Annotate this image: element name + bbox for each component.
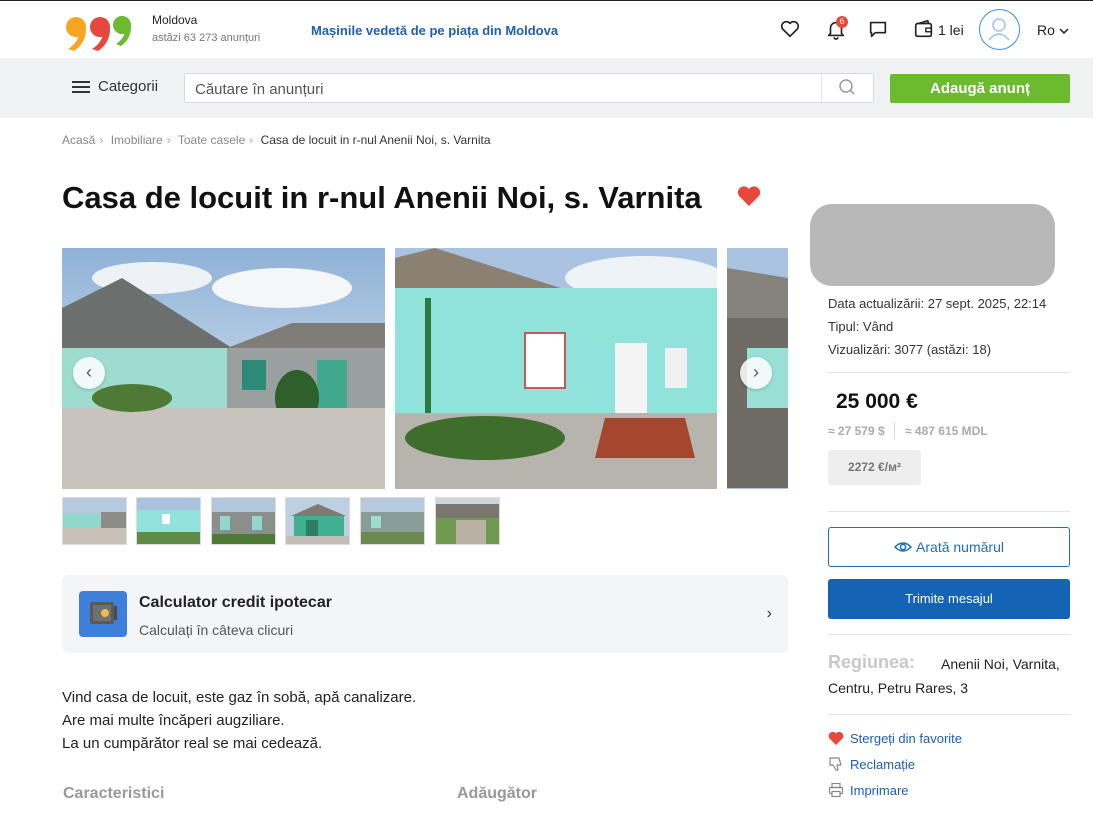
price-usd: ≈ 27 579 $ — [828, 424, 885, 438]
wallet-balance[interactable]: 1 lei — [938, 22, 964, 38]
house-photo-image — [395, 248, 717, 489]
divider — [828, 511, 1070, 512]
language-selector[interactable]: Ro — [1037, 22, 1069, 38]
gallery-photo-1[interactable]: ‹ — [62, 248, 385, 489]
updated-date: Data actualizării: 27 sept. 2025, 22:14 — [828, 296, 1047, 311]
remove-favorite-link[interactable]: Stergeți din favorite — [828, 731, 962, 746]
search-icon — [839, 79, 855, 95]
house-photo-image — [62, 248, 385, 489]
thumbnail-image — [361, 498, 424, 544]
language-label: Ro — [1037, 22, 1055, 38]
price-per-square-meter: 2272 €/м² — [828, 450, 921, 485]
show-number-button[interactable]: Arată numărul — [828, 527, 1070, 567]
report-label: Reclamație — [850, 757, 916, 772]
calculator-subtitle: Calculați în câteva clicuri — [139, 622, 294, 638]
breadcrumb-real-estate[interactable]: Imobiliare — [111, 133, 163, 147]
thumbnail-image — [286, 498, 349, 544]
divider — [828, 372, 1070, 373]
region-value: Anenii Noi, Varnita, — [941, 656, 1060, 672]
top-header: Moldova astăzi 63 273 anunțuri Mașinile … — [0, 0, 1093, 58]
user-silhouette-icon — [988, 18, 1010, 41]
breadcrumb-separator-icon: › — [166, 133, 171, 147]
thumbnail-image — [436, 498, 499, 544]
search-box — [184, 73, 874, 103]
printer-icon — [828, 782, 844, 798]
heart-filled-icon — [828, 731, 844, 746]
mortgage-calculator-banner[interactable]: Calculator credit ipotecar Calculați în … — [62, 575, 788, 653]
description-line: Are mai multe încăperi augziliare. — [62, 712, 285, 729]
breadcrumb-current: Casa de locuit in r-nul Anenii Noi, s. V… — [260, 133, 491, 147]
breadcrumb-all-houses[interactable]: Toate casele — [178, 133, 245, 147]
chevron-down-icon — [1059, 28, 1069, 35]
gallery-thumb-3[interactable] — [211, 497, 276, 545]
print-link[interactable]: Imprimare — [828, 782, 909, 798]
999-logo[interactable] — [64, 13, 134, 53]
gallery-photo-2[interactable] — [395, 248, 717, 489]
price-mdl: ≈ 487 615 MDL — [905, 424, 988, 438]
promo-link[interactable]: Mașinile vedetă de pe piața din Moldova — [311, 23, 558, 38]
gallery-prev-button[interactable]: ‹ — [73, 357, 105, 389]
divider — [894, 422, 895, 439]
breadcrumb-home[interactable]: Acasă — [62, 133, 95, 147]
safe-icon — [79, 591, 127, 637]
breadcrumb-separator-icon: › — [99, 133, 104, 147]
additional-heading: Adăugător — [457, 785, 537, 802]
characteristics-heading: Caracteristici — [63, 785, 165, 802]
favorite-heart-icon[interactable] — [736, 184, 762, 208]
region-name[interactable]: Moldova — [152, 13, 197, 27]
breadcrumb: Acasă › Imobiliare › Toate casele › Casa de… — [62, 133, 491, 147]
views-count: Vizualizări: 3077 (astăzi: 18) — [828, 342, 992, 357]
wallet-icon[interactable] — [913, 18, 935, 40]
gallery-thumb-6[interactable] — [435, 497, 500, 545]
remove-favorite-label: Stergeți din favorite — [850, 731, 963, 746]
gallery-thumb-1[interactable] — [62, 497, 127, 545]
messages-icon[interactable] — [867, 18, 889, 40]
listings-count: astăzi 63 273 anunțuri — [152, 32, 261, 44]
description-line: Vind casa de locuit, este gaz în sobă, a… — [62, 689, 417, 706]
divider — [828, 714, 1070, 715]
breadcrumb-separator-icon: › — [249, 133, 254, 147]
region-label: Regiunea: — [828, 652, 916, 672]
gallery-photo-3[interactable]: › — [727, 248, 788, 489]
search-button[interactable] — [821, 74, 873, 102]
gallery-thumb-2[interactable] — [136, 497, 201, 545]
gallery-thumb-5[interactable] — [360, 497, 425, 545]
categories-button[interactable]: Categorii — [72, 78, 158, 95]
listing-description: Vind casa de locuit, este gaz în sobă, a… — [62, 686, 416, 755]
show-number-label: Arată numărul — [916, 539, 1004, 555]
thumbs-down-icon — [829, 757, 842, 771]
report-link[interactable]: Reclamație — [828, 757, 915, 772]
price-eur: 25 000 € — [836, 390, 918, 413]
hamburger-menu-icon — [72, 81, 90, 94]
print-label: Imprimare — [850, 783, 909, 798]
eye-icon — [893, 542, 913, 553]
listing-type: Tipul: Vând — [828, 319, 894, 334]
user-avatar[interactable] — [979, 9, 1020, 50]
favorites-heart-icon[interactable] — [779, 18, 801, 40]
owner-card-redacted — [810, 204, 1055, 286]
divider — [828, 634, 1070, 635]
send-message-button[interactable]: Trimite mesajul — [828, 579, 1070, 619]
thumbnail-image — [63, 498, 126, 544]
region-value-address: Centru, Petru Rares, 3 — [828, 680, 969, 696]
calculator-title: Calculator credit ipotecar — [139, 594, 332, 611]
gallery-next-button[interactable]: › — [740, 357, 772, 389]
chevron-right-icon: › — [766, 605, 772, 622]
search-input[interactable] — [195, 79, 815, 99]
notifications-badge: 6 — [836, 16, 848, 28]
thumbnail-image — [137, 498, 200, 544]
categories-label: Categorii — [98, 78, 159, 95]
thumbnail-image — [212, 498, 275, 544]
page-title: Casa de locuit in r-nul Anenii Noi, s. V… — [62, 180, 702, 215]
add-listing-button[interactable]: Adaugă anunț — [890, 74, 1070, 103]
description-line: La un cumpărător real se mai cedează. — [62, 735, 323, 752]
gallery-thumb-4[interactable] — [285, 497, 350, 545]
